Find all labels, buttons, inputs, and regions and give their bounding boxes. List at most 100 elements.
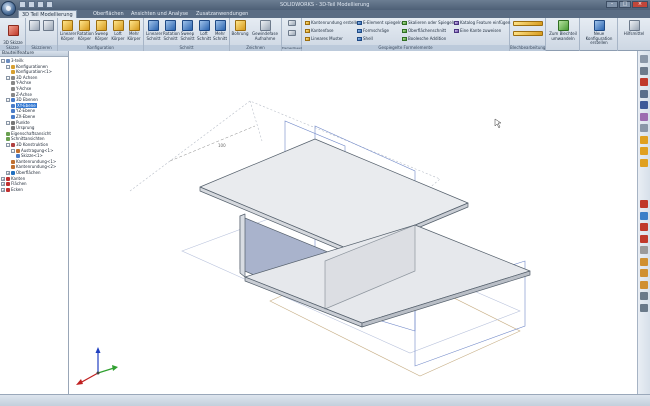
layers-icon[interactable] [640,112,648,121]
surface-cut-button[interactable]: Oberflächenschnitt [402,28,446,33]
hole-button[interactable]: Bohrung [231,20,249,37]
tools-button[interactable]: Hilfsmittel [619,20,649,37]
node-icon [11,70,15,75]
scale-icon [402,21,407,25]
point-icon[interactable] [640,234,648,243]
new-config-button[interactable]: Neue Konfiguration erstellen [581,20,617,46]
zoom-icon[interactable] [640,124,648,132]
revolve-body-button[interactable]: Rotation Körper [77,20,94,41]
tab-views-analysis[interactable]: Ansichten und Analyse [128,10,191,18]
circle-icon[interactable] [640,280,648,289]
boolean-button[interactable]: Boolesche Addition [402,36,446,41]
draft-button[interactable]: Formschräge [357,28,389,33]
cube-icon[interactable] [640,135,648,144]
tree-node-label: Austragung<1> [21,147,54,153]
undo-icon[interactable] [28,1,35,8]
element-edit-button-1[interactable] [286,20,298,27]
expand-icon[interactable]: - [11,148,15,153]
z-profile-part [199,138,531,328]
config-icon [593,20,605,31]
tree-node-label: Skizze<1> [21,153,43,159]
tree-node-label: 3-teilk [11,58,24,63]
pencil-icon [29,20,40,31]
expand-icon[interactable]: + [1,187,5,192]
app-menu-button[interactable] [1,1,16,16]
more-cut-button[interactable]: Mehr Schnitt [213,20,227,41]
sweep-cut-button[interactable]: Sweep Schnitt [180,20,195,41]
loft-cut-button[interactable]: Loft Schnitt [197,20,211,41]
tree-node-label: Y-Achse [16,86,32,91]
node-icon [11,87,15,91]
tab-addins[interactable]: Zusatzanwendungen [193,10,251,18]
expand-icon[interactable]: - [6,143,10,147]
circle-icon[interactable] [640,269,648,277]
loft-body-button[interactable]: Loft Körper [111,20,125,41]
shaded-icon[interactable] [640,101,648,109]
node-icon [6,59,10,63]
print-icon[interactable] [640,66,648,75]
minimize-button[interactable]: – [606,1,618,8]
dimension [169,125,256,162]
expand-icon[interactable]: - [1,59,5,63]
catalog-icon [454,21,459,25]
cube-icon[interactable] [640,147,648,155]
group-sketching: Skizzieren [26,18,58,51]
tree-node-label: Kantenrundung<2> [16,164,57,170]
mirror-button[interactable]: E-Element spiegeln [357,20,402,25]
edge-assign-button[interactable]: Eine Kante zuweisen [454,28,501,33]
save-icon[interactable] [19,1,26,8]
customize-icon[interactable] [46,1,53,8]
fillet-button[interactable]: Kantenrundung erstellen [305,20,361,25]
tab-surfaces[interactable]: Oberflächen [90,10,127,18]
expand-icon[interactable]: - [6,120,10,125]
thread-button[interactable]: Gewindefase Aufnahme [250,20,280,41]
more-body-button[interactable]: Mehr Körper [127,20,141,41]
sketch-tool-1[interactable] [29,20,40,32]
linear-cut-button[interactable]: Linearer Schnitt [146,20,162,41]
view-icon[interactable] [640,55,648,63]
grid-icon[interactable] [640,292,648,300]
expand-icon[interactable]: + [1,176,5,181]
redo-icon[interactable] [37,1,44,8]
convert-sheet-button[interactable]: Zum Blechteil umwandeln [547,20,579,41]
expand-icon[interactable]: + [6,171,10,175]
expand-icon[interactable]: - [6,75,10,80]
tree-node[interactable]: + Ecken [1,187,23,193]
group-tools: Hilfsmittel [618,18,650,51]
expand-icon[interactable]: + [1,182,5,187]
sweep-body-button[interactable]: Sweep Körper [94,20,109,41]
sheet-tools-row-1[interactable] [512,21,544,27]
sketch-tool-2[interactable] [43,20,54,32]
sheet-tools-row-2[interactable] [512,31,544,37]
measure-icon[interactable] [640,200,648,208]
model-icon[interactable] [640,89,648,98]
tree-node-label: Kanten [11,175,26,181]
3d-viewport[interactable]: 100 [70,51,636,394]
model-canvas[interactable]: 100 [70,51,636,394]
scale-button[interactable]: Skalieren oder Spiegeln [402,20,455,25]
group-config: Neue Konfiguration erstellen [580,18,618,51]
chamfer-button[interactable]: Kantenfase [305,28,334,33]
cube-icon[interactable] [640,158,648,167]
expand-icon[interactable]: - [6,98,10,103]
node-icon [16,148,20,153]
arrow-icon[interactable] [640,211,648,220]
maximize-button[interactable]: □ [619,1,631,8]
rotate-icon[interactable] [640,223,648,231]
pdf-icon[interactable] [640,78,648,86]
tree-node-label: ZX-Ebene [16,114,36,119]
arc-icon[interactable] [640,257,648,266]
node-icon [11,143,15,147]
close-button[interactable]: × [632,1,648,8]
linear-body-button[interactable]: Linearer Körper [60,20,76,41]
line-icon[interactable] [640,246,648,254]
linear-pattern-button[interactable]: Lineares Muster [305,36,343,41]
revolve-cut-button[interactable]: Rotation Schnitt [163,20,180,41]
element-edit-button-2[interactable] [286,30,298,37]
shell-button[interactable]: Shell [357,36,373,41]
extrude-icon [62,20,73,31]
tab-3d-modelling[interactable]: 3D Teil Modellierung [18,10,77,18]
expand-icon[interactable]: - [6,64,10,69]
catalog-button[interactable]: Katalog Feature einfügen [454,20,510,25]
fit-icon[interactable] [640,303,648,312]
